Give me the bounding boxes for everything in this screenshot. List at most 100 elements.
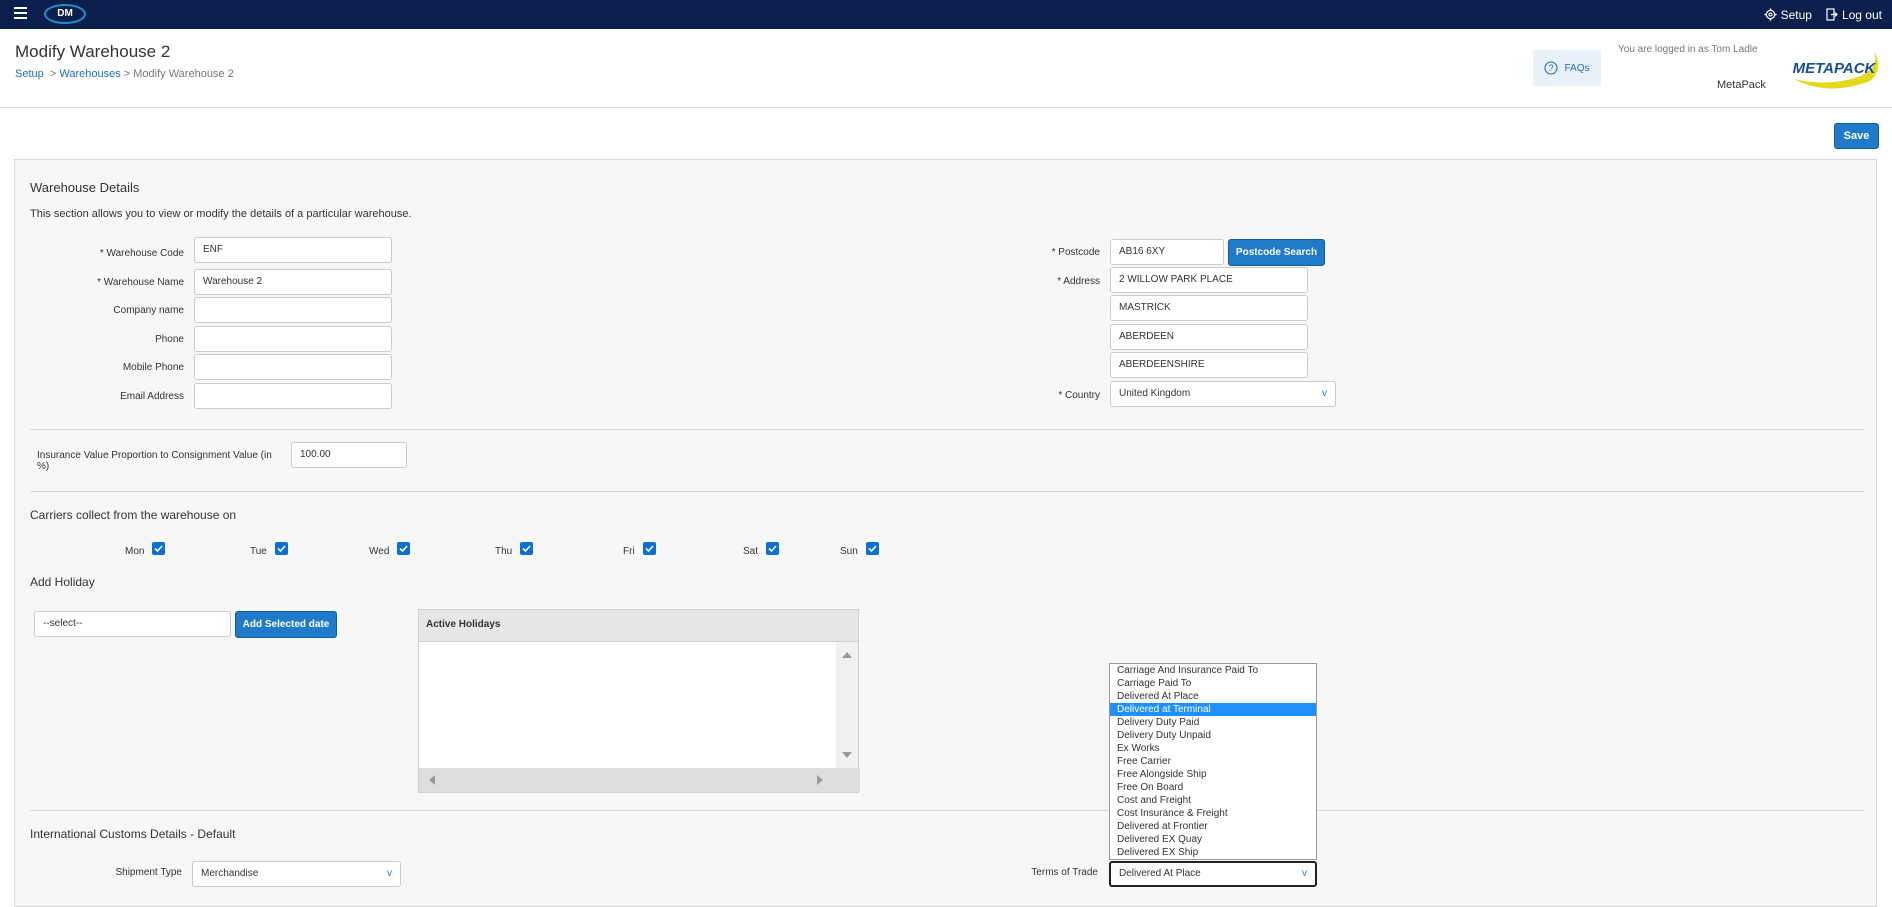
save-button[interactable]: Save [1834, 123, 1879, 149]
address-line-1-input[interactable]: 2 WILLOW PARK PLACE [1110, 267, 1308, 293]
day-label: Sun [840, 546, 858, 557]
logout-icon [1826, 8, 1838, 21]
dropdown-option[interactable]: Carriage Paid To [1110, 677, 1316, 690]
faqs-button[interactable]: ? FAQs [1533, 50, 1601, 86]
dropdown-option[interactable]: Carriage And Insurance Paid To [1110, 664, 1316, 677]
terms-of-trade-dropdown[interactable]: Carriage And Insurance Paid To Carriage P… [1109, 663, 1317, 860]
setup-label: Setup [1780, 7, 1812, 22]
breadcrumb: Setup > Warehouses > Modify Warehouse 2 [15, 68, 234, 80]
checkbox[interactable] [274, 542, 288, 555]
scroll-down-icon[interactable] [842, 752, 852, 758]
vertical-scrollbar[interactable] [836, 642, 858, 770]
day-sun[interactable]: Sun [840, 542, 879, 558]
dropdown-option[interactable]: Delivered EX Quay [1110, 833, 1316, 846]
dropdown-option[interactable]: Delivered at Terminal [1110, 703, 1316, 716]
warehouse-code-input[interactable]: ENF [194, 237, 392, 263]
svg-text:?: ? [1549, 63, 1554, 73]
day-tue[interactable]: Tue [250, 542, 288, 558]
day-label: Tue [250, 546, 267, 557]
day-fri[interactable]: Fri [623, 542, 656, 558]
address-line-2-input[interactable]: MASTRICK [1110, 295, 1308, 321]
add-selected-date-button[interactable]: Add Selected date [235, 611, 337, 638]
checkbox[interactable] [642, 542, 656, 555]
mobile-phone-input[interactable] [194, 354, 392, 380]
divider [30, 429, 1864, 430]
logout-link[interactable]: Log out [1826, 8, 1882, 22]
day-label: Sat [743, 546, 759, 557]
divider [30, 810, 1864, 811]
insurance-label: Insurance Value Proportion to Consignmen… [37, 450, 272, 472]
email-label: Email Address [120, 391, 184, 402]
horizontal-scrollbar[interactable] [419, 768, 860, 792]
postcode-label: * Postcode [1051, 247, 1100, 258]
country-label: * Country [1058, 390, 1100, 401]
day-thu[interactable]: Thu [495, 542, 534, 558]
dm-logo[interactable]: DM [44, 4, 86, 24]
menu-icon[interactable] [14, 7, 27, 21]
warehouse-name-input[interactable]: Warehouse 2 [194, 269, 392, 295]
chevron-down-icon: v [1302, 868, 1307, 879]
day-mon[interactable]: Mon [125, 542, 166, 558]
company-name: MetaPack [1717, 79, 1766, 91]
scroll-up-icon[interactable] [842, 652, 852, 658]
scroll-left-icon[interactable] [429, 775, 435, 785]
postcode-input[interactable]: AB16 6XY [1110, 239, 1224, 265]
scroll-right-icon[interactable] [817, 775, 823, 785]
address-label: * Address [1057, 276, 1100, 287]
page-header: Modify Warehouse 2 Setup > Warehouses > … [0, 29, 1892, 108]
setup-link[interactable]: Setup [1764, 8, 1812, 22]
metapack-logo: METAPACK [1793, 51, 1879, 89]
dropdown-option[interactable]: Free Alongside Ship [1110, 768, 1316, 781]
shipment-type-value: Merchandise [201, 868, 259, 879]
postcode-search-button[interactable]: Postcode Search [1228, 239, 1325, 266]
breadcrumb-warehouses[interactable]: Warehouses [59, 68, 120, 80]
checkbox[interactable] [865, 542, 879, 555]
country-select[interactable]: United Kingdom v [1110, 381, 1336, 407]
checkbox[interactable] [397, 542, 411, 555]
holiday-date-select[interactable]: --select-- [34, 611, 231, 637]
day-label: Mon [125, 546, 145, 557]
logged-in-text: You are logged in as Tom Ladle [1618, 44, 1758, 55]
dropdown-option[interactable]: Delivered EX Ship [1110, 846, 1316, 859]
checkbox[interactable] [520, 542, 534, 555]
email-input[interactable] [194, 383, 392, 409]
day-label: Wed [369, 546, 390, 557]
terms-of-trade-select[interactable]: Delivered At Place v [1109, 861, 1317, 887]
dropdown-option[interactable]: Cost and Freight [1110, 794, 1316, 807]
day-label: Fri [623, 546, 635, 557]
dropdown-option[interactable]: Delivery Duty Unpaid [1110, 729, 1316, 742]
dropdown-option[interactable]: Delivery Duty Paid [1110, 716, 1316, 729]
dropdown-option[interactable]: Ex Works [1110, 742, 1316, 755]
customs-title: International Customs Details - Default [30, 827, 236, 841]
logout-label: Log out [1841, 7, 1882, 22]
dropdown-option[interactable]: Free Carrier [1110, 755, 1316, 768]
day-wed[interactable]: Wed [369, 542, 411, 558]
shipment-type-label: Shipment Type [115, 867, 182, 878]
warehouse-code-label: * Warehouse Code [99, 248, 184, 259]
phone-label: Phone [155, 334, 184, 345]
mobile-phone-label: Mobile Phone [122, 362, 184, 373]
dropdown-option[interactable]: Delivered At Place [1110, 690, 1316, 703]
chevron-down-icon: v [1322, 388, 1327, 399]
day-sat[interactable]: Sat [743, 542, 780, 558]
warehouse-details-title: Warehouse Details [30, 180, 140, 195]
breadcrumb-setup[interactable]: Setup [15, 68, 44, 80]
country-value: United Kingdom [1119, 388, 1191, 399]
dropdown-option[interactable]: Free On Board [1110, 781, 1316, 794]
checkbox[interactable] [152, 542, 166, 555]
company-name-label: Company name [113, 305, 184, 316]
company-name-input[interactable] [194, 297, 392, 323]
active-holidays-list[interactable]: Active Holidays [418, 609, 860, 793]
address-line-4-input[interactable]: ABERDEENSHIRE [1110, 352, 1308, 378]
terms-of-trade-label: Terms of Trade [1031, 867, 1098, 878]
address-line-3-input[interactable]: ABERDEEN [1110, 324, 1308, 350]
warehouse-name-label: * Warehouse Name [97, 277, 184, 288]
svg-text:METAPACK: METAPACK [1793, 60, 1877, 77]
divider [30, 491, 1864, 492]
checkbox[interactable] [766, 542, 780, 555]
insurance-input[interactable]: 100.00 [291, 442, 407, 468]
dropdown-option[interactable]: Delivered at Frontier [1110, 820, 1316, 833]
dropdown-option[interactable]: Cost Insurance & Freight [1110, 807, 1316, 820]
shipment-type-select[interactable]: Merchandise v [192, 861, 401, 887]
phone-input[interactable] [194, 326, 392, 352]
